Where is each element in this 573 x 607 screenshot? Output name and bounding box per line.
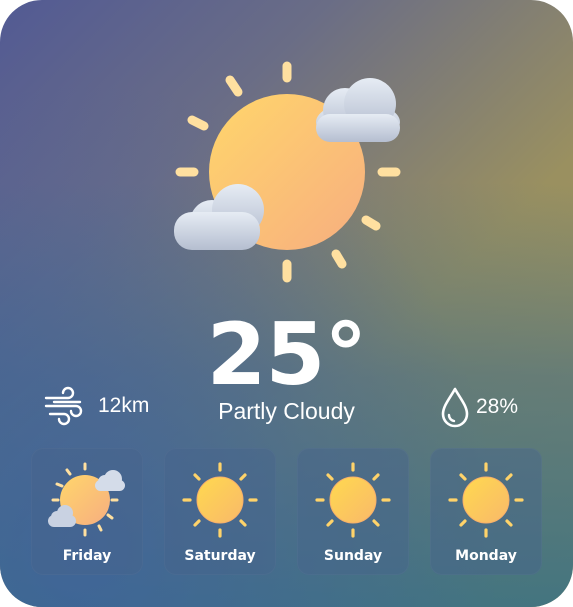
forecast-day-friday[interactable]: Friday (31, 448, 143, 575)
forecast-day-sunday[interactable]: Sunday (297, 448, 409, 575)
forecast-row: Friday Saturday Sunday Monday (31, 448, 543, 575)
sun-with-clouds-icon (48, 462, 125, 537)
forecast-day-label: Friday (62, 548, 112, 564)
raindrop-icon (441, 387, 469, 428)
forecast-day-monday[interactable]: Monday (430, 448, 542, 575)
sun-icon (182, 462, 258, 538)
forecast-day-label: Saturday (184, 548, 256, 564)
weather-card: 25° Partly Cloudy 12km 28% Friday Saturd… (0, 0, 573, 607)
forecast-day-label: Monday (455, 548, 517, 564)
humidity-stat: 28% (440, 386, 518, 428)
wind-value: 12km (98, 394, 150, 417)
forecast-day-label: Sunday (323, 548, 383, 564)
forecast-day-saturday[interactable]: Saturday (164, 448, 276, 575)
sun-with-clouds-icon (160, 52, 420, 292)
humidity-value: 28% (476, 395, 519, 418)
wind-icon (44, 386, 83, 426)
sun-icon (448, 462, 524, 538)
sun-icon (315, 462, 391, 538)
wind-stat: 12km (44, 386, 149, 426)
